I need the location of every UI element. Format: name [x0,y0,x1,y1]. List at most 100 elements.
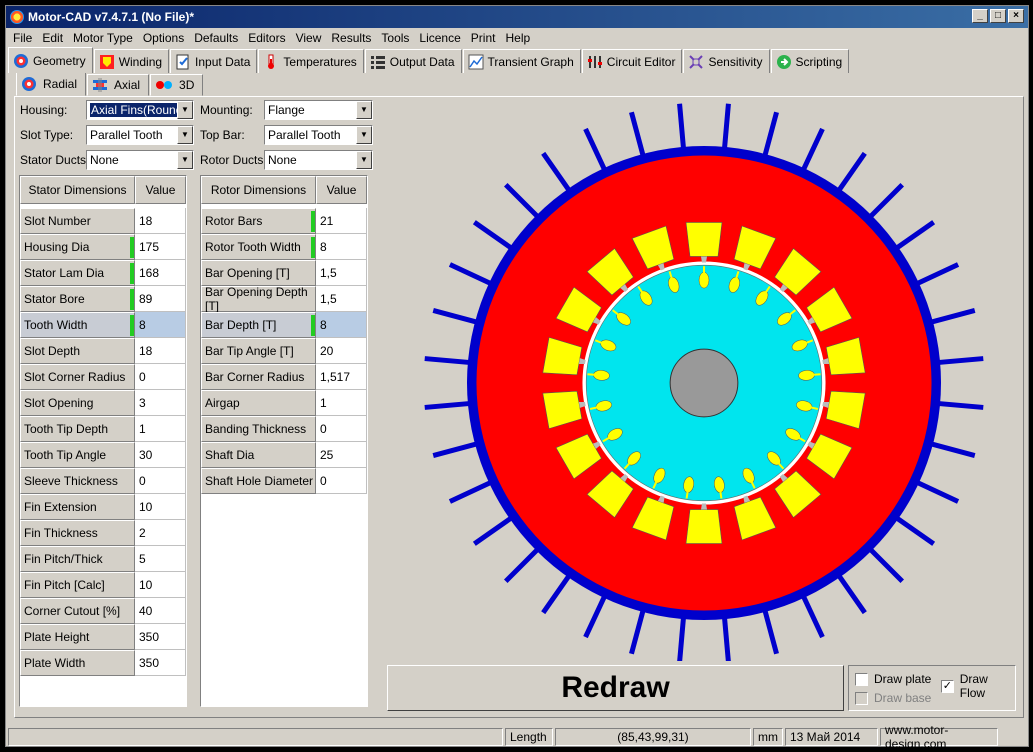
table-row[interactable]: Shaft Hole Diameter 0 [201,468,367,494]
subtab-radial[interactable]: Radial [16,72,87,96]
stator-param-value[interactable]: 5 [135,546,186,572]
rotor-param-value[interactable]: 8 [316,234,367,260]
table-row[interactable]: Slot Corner Radius 0 [20,364,186,390]
bar-opening [685,491,689,499]
table-row[interactable]: Tooth Width 8 [20,312,186,338]
housing-select[interactable]: Axial Fins(Round) ▼ [86,100,194,120]
stator-param-value[interactable]: 175 [135,234,186,260]
stator-param-value[interactable]: 168 [135,260,186,286]
tab-output-data[interactable]: Output Data [364,49,462,73]
stator-param-value[interactable]: 8 [135,312,186,338]
menu-help[interactable]: Help [500,31,535,45]
rotor-param-value[interactable]: 25 [316,442,367,468]
table-row[interactable]: Plate Height 350 [20,624,186,650]
table-row[interactable]: Sleeve Thickness 0 [20,468,186,494]
table-row[interactable]: Banding Thickness 0 [201,416,367,442]
rotor-param-value[interactable]: 8 [316,312,367,338]
table-row[interactable]: Rotor Bars 21 [201,208,367,234]
stator-param-value[interactable]: 89 [135,286,186,312]
draw-flow-checkbox[interactable]: ✓ Draw Flow [941,672,1015,700]
stator-param-value[interactable]: 350 [135,624,186,650]
tab-temperatures[interactable]: Temperatures [258,49,364,73]
rotor-param-value[interactable]: 20 [316,338,367,364]
table-row[interactable]: Bar Opening [T] 1,5 [201,260,367,286]
rotor-param-value[interactable]: 21 [316,208,367,234]
table-row[interactable]: Corner Cutout [%] 40 [20,598,186,624]
table-row[interactable]: Fin Pitch/Thick 5 [20,546,186,572]
stator-param-value[interactable]: 2 [135,520,186,546]
table-row[interactable]: Bar Corner Radius 1,517 [201,364,367,390]
slot-type-select[interactable]: Parallel Tooth ▼ [86,125,194,145]
table-row[interactable]: Airgap 1 [201,390,367,416]
menu-results[interactable]: Results [326,31,376,45]
stator-param-value[interactable]: 3 [135,390,186,416]
top-bar-select[interactable]: Parallel Tooth ▼ [264,125,373,145]
table-row[interactable]: Rotor Tooth Width 8 [201,234,367,260]
close-button[interactable]: × [1008,9,1024,23]
table-row[interactable]: Housing Dia 175 [20,234,186,260]
sensitivity-icon [688,54,704,70]
stator-param-value[interactable]: 350 [135,650,186,676]
menu-view[interactable]: View [291,31,327,45]
tab-sensitivity[interactable]: Sensitivity [683,49,770,73]
table-row[interactable]: Stator Bore 89 [20,286,186,312]
checkmark-icon[interactable]: ✓ [941,679,954,693]
subtab-axial[interactable]: Axial [87,74,150,96]
stator-param-value[interactable]: 30 [135,442,186,468]
rotor-param-value[interactable]: 1,5 [316,260,367,286]
stator-param-value[interactable]: 18 [135,338,186,364]
menu-editors[interactable]: Editors [243,31,290,45]
table-row[interactable]: Slot Opening 3 [20,390,186,416]
tab-geometry[interactable]: Geometry [8,47,93,73]
rotor-param-value[interactable]: 1,517 [316,364,367,390]
table-row[interactable]: Shaft Dia 25 [201,442,367,468]
menu-edit[interactable]: Edit [37,31,68,45]
table-row[interactable]: Plate Width 350 [20,650,186,676]
stator-param-value[interactable]: 0 [135,364,186,390]
table-row[interactable]: Bar Depth [T] 8 [201,312,367,338]
minimize-button[interactable]: _ [972,9,988,23]
menu-licence[interactable]: Licence [414,31,465,45]
rotor-param-value[interactable]: 1,5 [316,286,367,312]
table-row[interactable]: Fin Pitch [Calc] 10 [20,572,186,598]
tab-input-data[interactable]: Input Data [170,49,258,73]
stator-param-value[interactable]: 10 [135,572,186,598]
table-row[interactable]: Bar Opening Depth [T] 1,5 [201,285,367,313]
maximize-button[interactable]: □ [990,9,1006,23]
menu-motor-type[interactable]: Motor Type [68,31,138,45]
subtab-3d[interactable]: 3D [150,74,204,96]
rotor-param-value[interactable]: 0 [316,416,367,442]
menu-print[interactable]: Print [466,31,501,45]
menu-tools[interactable]: Tools [376,31,414,45]
tab-scripting[interactable]: Scripting [770,49,850,73]
app-logo-icon [10,10,24,24]
menu-defaults[interactable]: Defaults [189,31,243,45]
tab-winding[interactable]: Winding [93,49,170,73]
draw-plate-checkbox[interactable]: Draw plate [855,672,931,686]
mounting-select[interactable]: Flange ▼ [264,100,373,120]
rotor-ducts-select[interactable]: None ▼ [264,150,373,170]
table-row[interactable]: Tooth Tip Depth 1 [20,416,186,442]
table-row[interactable]: Bar Tip Angle [T] 20 [201,338,367,364]
stator-param-value[interactable]: 1 [135,416,186,442]
stator-param-value[interactable]: 0 [135,468,186,494]
table-row[interactable]: Fin Thickness 2 [20,520,186,546]
menu-options[interactable]: Options [138,31,189,45]
table-row[interactable]: Tooth Tip Angle 30 [20,442,186,468]
stator-param-name: Stator Bore [20,286,135,312]
stator-param-value[interactable]: 18 [135,208,186,234]
table-row[interactable]: Slot Number 18 [20,208,186,234]
draw-plate-box[interactable] [855,672,868,686]
tab-transient-graph[interactable]: Transient Graph [462,49,581,73]
tab-circuit-editor[interactable]: Circuit Editor [581,49,683,73]
redraw-button[interactable]: Redraw [387,665,844,711]
rotor-param-value[interactable]: 1 [316,390,367,416]
stator-ducts-select[interactable]: None ▼ [86,150,194,170]
stator-param-value[interactable]: 10 [135,494,186,520]
table-row[interactable]: Fin Extension 10 [20,494,186,520]
table-row[interactable]: Slot Depth 18 [20,338,186,364]
table-row[interactable]: Stator Lam Dia 168 [20,260,186,286]
stator-param-value[interactable]: 40 [135,598,186,624]
menu-file[interactable]: File [8,31,37,45]
rotor-param-value[interactable]: 0 [316,468,367,494]
